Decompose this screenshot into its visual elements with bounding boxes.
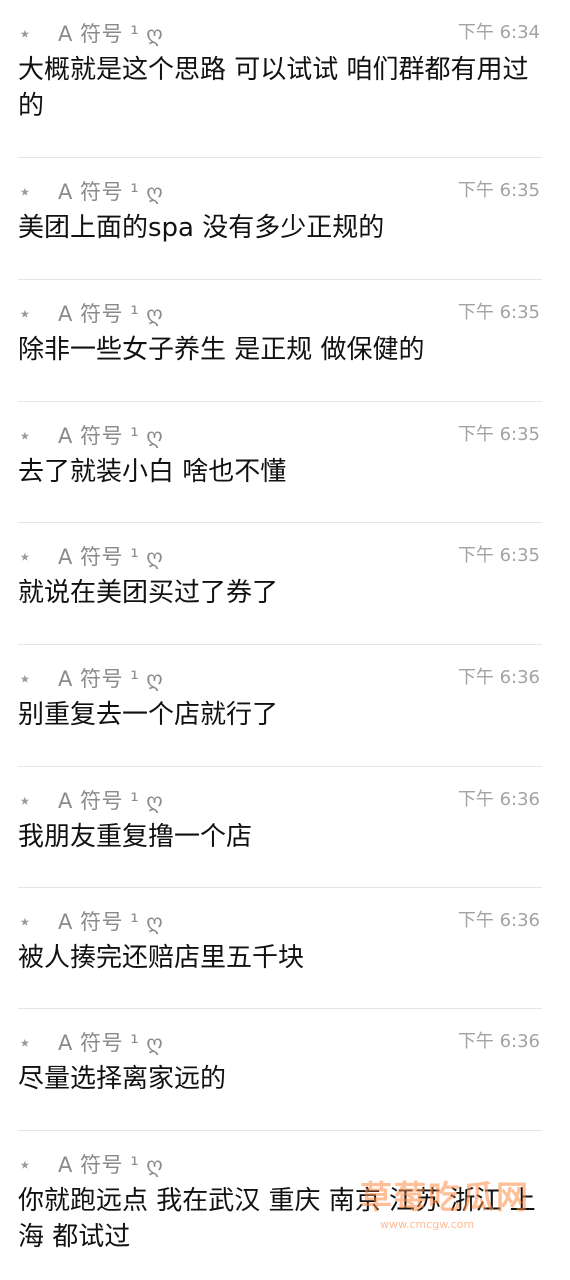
message-time: 下午 6:36 <box>457 667 540 688</box>
message-header: ⋆ A 符号 ¹ ღ <box>18 1147 540 1179</box>
sender[interactable]: ⋆ A 符号 ¹ ღ <box>18 663 163 693</box>
message-header: ⋆ A 符号 ¹ ღ 下午 6:35 <box>18 539 540 571</box>
message-item[interactable]: ⋆ A 符号 ¹ ღ 你就跑远点 我在武汉 重庆 南京 江苏 浙江 上海 都试过 <box>0 1131 570 1280</box>
message-text: 被人揍完还赔店里五千块 <box>18 943 305 973</box>
sender-name: A 符号 ¹ ღ <box>58 424 164 448</box>
message-item[interactable]: ⋆ A 符号 ¹ ღ 下午 6:36 别重复去一个店就行了 <box>0 645 570 767</box>
star-icon: ⋆ <box>18 180 33 205</box>
message-item[interactable]: ⋆ A 符号 ¹ ღ 下午 6:36 尽量选择离家远的 <box>0 1009 570 1131</box>
chat-message-list: ⋆ A 符号 ¹ ღ 下午 6:34 大概就是这个思路 可以试试 咱们群都有用过的… <box>0 0 570 1280</box>
message-item[interactable]: ⋆ A 符号 ¹ ღ 下午 6:36 我朋友重复撸一个店 <box>0 767 570 888</box>
star-icon: ⋆ <box>18 424 33 449</box>
message-time: 下午 6:35 <box>457 180 540 201</box>
sender-name: A 符号 ¹ ღ <box>58 22 164 46</box>
message-text: 别重复去一个店就行了 <box>18 700 279 730</box>
star-icon: ⋆ <box>18 22 33 47</box>
message-header: ⋆ A 符号 ¹ ღ 下午 6:35 <box>18 296 540 328</box>
message-text: 美团上面的spa 没有多少正规的 <box>18 213 385 243</box>
sender-name: A 符号 ¹ ღ <box>58 545 164 569</box>
message-time: 下午 6:36 <box>457 1031 540 1052</box>
sender-name: A 符号 ¹ ღ <box>58 1153 164 1177</box>
star-icon: ⋆ <box>18 789 33 814</box>
message-text: 尽量选择离家远的 <box>18 1064 227 1094</box>
message-item[interactable]: ⋆ A 符号 ¹ ღ 下午 6:36 被人揍完还赔店里五千块 <box>0 888 570 1009</box>
message-text: 就说在美团买过了券了 <box>18 578 279 608</box>
star-icon: ⋆ <box>18 667 33 692</box>
sender-name: A 符号 ¹ ღ <box>58 1031 164 1055</box>
sender[interactable]: ⋆ A 符号 ¹ ღ <box>18 420 163 450</box>
message-header: ⋆ A 符号 ¹ ღ 下午 6:35 <box>18 174 540 206</box>
message-header: ⋆ A 符号 ¹ ღ 下午 6:36 <box>18 904 540 936</box>
message-time: 下午 6:35 <box>457 424 540 445</box>
message-header: ⋆ A 符号 ¹ ღ 下午 6:35 <box>18 418 540 450</box>
sender-name: A 符号 ¹ ღ <box>58 667 164 691</box>
star-icon: ⋆ <box>18 910 33 935</box>
message-header: ⋆ A 符号 ¹ ღ 下午 6:36 <box>18 661 540 693</box>
message-item[interactable]: ⋆ A 符号 ¹ ღ 下午 6:35 美团上面的spa 没有多少正规的 <box>0 158 570 280</box>
sender[interactable]: ⋆ A 符号 ¹ ღ <box>18 906 163 936</box>
message-header: ⋆ A 符号 ¹ ღ 下午 6:36 <box>18 783 540 815</box>
message-item[interactable]: ⋆ A 符号 ¹ ღ 下午 6:35 就说在美团买过了券了 <box>0 523 570 645</box>
message-time: 下午 6:36 <box>457 910 540 931</box>
message-text: 你就跑远点 我在武汉 重庆 南京 江苏 浙江 上海 都试过 <box>18 1186 536 1252</box>
star-icon: ⋆ <box>18 302 33 327</box>
sender[interactable]: ⋆ A 符号 ¹ ღ <box>18 176 163 206</box>
sender-name: A 符号 ¹ ღ <box>58 302 164 326</box>
message-time: 下午 6:35 <box>457 302 540 323</box>
message-item[interactable]: ⋆ A 符号 ¹ ღ 下午 6:35 去了就装小白 啥也不懂 <box>0 402 570 523</box>
message-time: 下午 6:36 <box>457 789 540 810</box>
sender-name: A 符号 ¹ ღ <box>58 910 164 934</box>
sender[interactable]: ⋆ A 符号 ¹ ღ <box>18 1027 163 1057</box>
message-item[interactable]: ⋆ A 符号 ¹ ღ 下午 6:35 除非一些女子养生 是正规 做保健的 <box>0 280 570 402</box>
message-time: 下午 6:35 <box>457 545 540 566</box>
sender[interactable]: ⋆ A 符号 ¹ ღ <box>18 785 163 815</box>
sender[interactable]: ⋆ A 符号 ¹ ღ <box>18 1149 163 1179</box>
sender-name: A 符号 ¹ ღ <box>58 180 164 204</box>
message-text: 去了就装小白 啥也不懂 <box>18 457 287 487</box>
star-icon: ⋆ <box>18 1153 33 1178</box>
sender[interactable]: ⋆ A 符号 ¹ ღ <box>18 18 163 48</box>
sender-name: A 符号 ¹ ღ <box>58 789 164 813</box>
message-header: ⋆ A 符号 ¹ ღ 下午 6:36 <box>18 1025 540 1057</box>
message-text: 大概就是这个思路 可以试试 咱们群都有用过的 <box>18 55 529 121</box>
message-header: ⋆ A 符号 ¹ ღ 下午 6:34 <box>18 16 540 48</box>
message-item[interactable]: ⋆ A 符号 ¹ ღ 下午 6:34 大概就是这个思路 可以试试 咱们群都有用过的 <box>0 0 570 158</box>
message-time: 下午 6:34 <box>457 22 540 43</box>
message-text: 除非一些女子养生 是正规 做保健的 <box>18 335 425 365</box>
sender[interactable]: ⋆ A 符号 ¹ ღ <box>18 541 163 571</box>
sender[interactable]: ⋆ A 符号 ¹ ღ <box>18 298 163 328</box>
message-text: 我朋友重复撸一个店 <box>18 822 253 852</box>
star-icon: ⋆ <box>18 1031 33 1056</box>
star-icon: ⋆ <box>18 545 33 570</box>
